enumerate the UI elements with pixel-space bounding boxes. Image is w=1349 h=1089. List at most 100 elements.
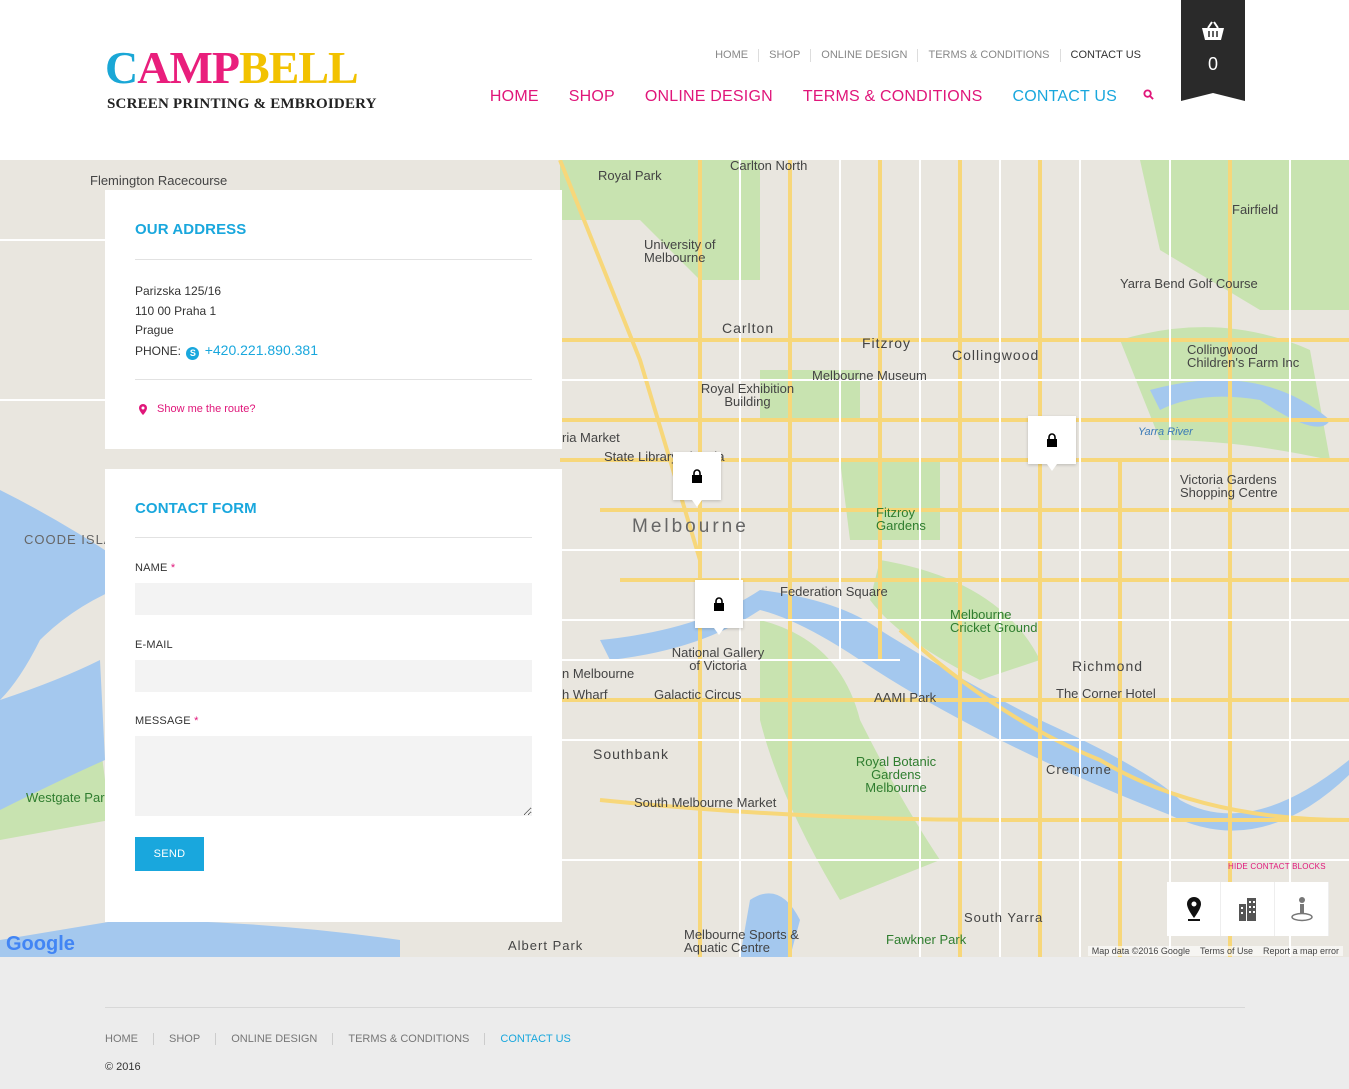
campbell-logo[interactable]: CAMPBELL SCREEN PRINTING & EMBROIDERY bbox=[105, 42, 376, 116]
address-details: Parizska 125/16 110 00 Praha 1 Prague PH… bbox=[135, 282, 318, 361]
map-label: South Yarra bbox=[964, 910, 1044, 925]
map-label: Southbank bbox=[593, 746, 669, 762]
copyright: © 2016 bbox=[105, 1061, 141, 1073]
top-nav-online-design[interactable]: ONLINE DESIGN bbox=[810, 49, 917, 62]
name-field[interactable] bbox=[135, 583, 532, 615]
phone-row: PHONE: S +420.221.890.381 bbox=[135, 341, 318, 362]
show-route-link[interactable]: Show me the route? bbox=[139, 403, 255, 415]
map-label: Royal Park bbox=[598, 168, 662, 183]
map-marker[interactable] bbox=[673, 452, 721, 507]
map-label: Galactic Circus bbox=[654, 687, 742, 702]
map-label: Westgate Par bbox=[26, 790, 105, 805]
top-nav-home[interactable]: HOME bbox=[705, 49, 758, 62]
footer-nav-contact-us[interactable]: CONTACT US bbox=[484, 1033, 586, 1045]
main-nav-contact-us[interactable]: CONTACT US bbox=[1012, 88, 1117, 106]
hide-contact-blocks-button[interactable]: HIDE CONTACT BLOCKS bbox=[1228, 862, 1326, 871]
address-line: Parizska 125/16 bbox=[135, 284, 222, 298]
footer-nav-shop[interactable]: SHOP bbox=[153, 1033, 215, 1045]
map-marker[interactable] bbox=[1028, 416, 1076, 471]
site-header: CAMPBELL SCREEN PRINTING & EMBROIDERY HO… bbox=[0, 0, 1349, 160]
logo-subtitle: SCREEN PRINTING & EMBROIDERY bbox=[107, 96, 377, 112]
map-label: Yarra Bend Golf Course bbox=[1120, 276, 1258, 291]
cart-button[interactable]: 0 bbox=[1181, 0, 1245, 101]
lock-icon bbox=[692, 469, 702, 483]
search-icon[interactable] bbox=[1143, 88, 1154, 100]
site-footer: HOME SHOP ONLINE DESIGN TERMS & CONDITIO… bbox=[0, 957, 1349, 1089]
map-label: Cremorne bbox=[1046, 762, 1112, 777]
map-streetview-button[interactable] bbox=[1275, 882, 1329, 936]
map-label: Collingwood bbox=[952, 347, 1040, 363]
contact-form-panel: CONTACT FORM NAME * E-MAIL MESSAGE * SEN… bbox=[105, 469, 562, 922]
map-label: The Corner Hotel bbox=[1056, 686, 1156, 701]
map-controls bbox=[1167, 882, 1329, 936]
main-nav-online-design[interactable]: ONLINE DESIGN bbox=[645, 88, 773, 106]
contact-form-title: CONTACT FORM bbox=[135, 500, 257, 517]
map-terms-link[interactable]: Terms of Use bbox=[1200, 946, 1253, 956]
map-label: Carlton bbox=[722, 320, 775, 336]
map-label: Flemington Racecourse bbox=[90, 173, 228, 188]
map-label: COODE ISLA bbox=[24, 532, 114, 547]
main-nav: HOME SHOP ONLINE DESIGN TERMS & CONDITIO… bbox=[460, 88, 1154, 106]
cart-count: 0 bbox=[1207, 54, 1218, 74]
address-line: 110 00 Praha 1 bbox=[135, 303, 217, 318]
map-label: Collingwood Children's Farm Inc bbox=[1187, 342, 1300, 370]
map-label: Fitzroy bbox=[862, 335, 911, 351]
main-nav-terms[interactable]: TERMS & CONDITIONS bbox=[803, 88, 983, 106]
send-button[interactable]: SEND bbox=[135, 837, 204, 871]
map-pin-button[interactable] bbox=[1167, 882, 1221, 936]
main-nav-home[interactable]: HOME bbox=[490, 88, 539, 106]
footer-divider bbox=[105, 1007, 1245, 1008]
phone-link[interactable]: +420.221.890.381 bbox=[205, 342, 318, 358]
footer-nav-home[interactable]: HOME bbox=[105, 1033, 153, 1045]
map-label: South Melbourne Market bbox=[634, 795, 777, 810]
map-label: n Melbourne bbox=[562, 666, 635, 681]
map-label: ria Market bbox=[562, 430, 620, 445]
lock-icon bbox=[714, 597, 724, 611]
top-utility-nav: HOME SHOP ONLINE DESIGN TERMS & CONDITIO… bbox=[705, 49, 1151, 62]
address-title: OUR ADDRESS bbox=[135, 221, 247, 238]
main-nav-shop[interactable]: SHOP bbox=[569, 88, 615, 106]
message-field[interactable] bbox=[135, 736, 532, 816]
map-attribution: Map data ©2016 Google Terms of Use Repor… bbox=[1087, 946, 1343, 956]
map-label: Albert Park bbox=[508, 938, 584, 953]
map-buildings-button[interactable] bbox=[1221, 882, 1275, 936]
map-pin-icon bbox=[139, 403, 147, 415]
map-label: Fitzroy Gardens bbox=[876, 505, 926, 533]
name-label: NAME * bbox=[135, 562, 176, 574]
footer-nav-terms[interactable]: TERMS & CONDITIONS bbox=[332, 1033, 484, 1045]
google-logo[interactable]: Google bbox=[6, 933, 75, 956]
pin-icon bbox=[1187, 897, 1201, 921]
email-field[interactable] bbox=[135, 660, 532, 692]
lock-icon bbox=[1047, 433, 1057, 447]
footer-nav-online-design[interactable]: ONLINE DESIGN bbox=[215, 1033, 332, 1045]
divider bbox=[135, 537, 532, 538]
top-nav-shop[interactable]: SHOP bbox=[758, 49, 810, 62]
top-nav-contact-us[interactable]: CONTACT US bbox=[1059, 49, 1152, 62]
map-label: Melbourne Cricket Ground bbox=[950, 607, 1038, 635]
map-label: Melbourne Museum bbox=[812, 368, 927, 383]
divider bbox=[135, 259, 532, 260]
message-label: MESSAGE * bbox=[135, 715, 199, 727]
streetview-icon bbox=[1291, 897, 1313, 922]
address-panel: OUR ADDRESS Parizska 125/16 110 00 Praha… bbox=[105, 190, 562, 449]
skype-icon: S bbox=[186, 346, 200, 360]
map-label: Melbourne bbox=[632, 516, 749, 537]
map-label: Richmond bbox=[1072, 658, 1144, 674]
map-report-link[interactable]: Report a map error bbox=[1263, 946, 1339, 956]
footer-nav: HOME SHOP ONLINE DESIGN TERMS & CONDITIO… bbox=[105, 1033, 586, 1045]
route-label: Show me the route? bbox=[157, 403, 256, 415]
email-label: E-MAIL bbox=[135, 639, 173, 651]
map-label: Victoria Gardens Shopping Centre bbox=[1180, 472, 1278, 500]
map-label: Melbourne Sports & Aquatic Centre bbox=[684, 927, 799, 955]
logo-wordmark: CAMPBELL bbox=[105, 42, 359, 93]
map-label: Yarra River bbox=[1138, 426, 1193, 438]
map-label: Fairfield bbox=[1232, 202, 1279, 217]
top-nav-terms[interactable]: TERMS & CONDITIONS bbox=[917, 49, 1059, 62]
map-label: AAMI Park bbox=[874, 690, 937, 705]
divider bbox=[135, 379, 532, 380]
map-label: Fawkner Park bbox=[886, 932, 967, 947]
map-data-text: Map data ©2016 Google bbox=[1091, 946, 1190, 956]
map-label: Royal Exhibition Building bbox=[700, 381, 795, 409]
map-label: Federation Square bbox=[780, 584, 888, 599]
map-marker[interactable] bbox=[695, 580, 743, 635]
